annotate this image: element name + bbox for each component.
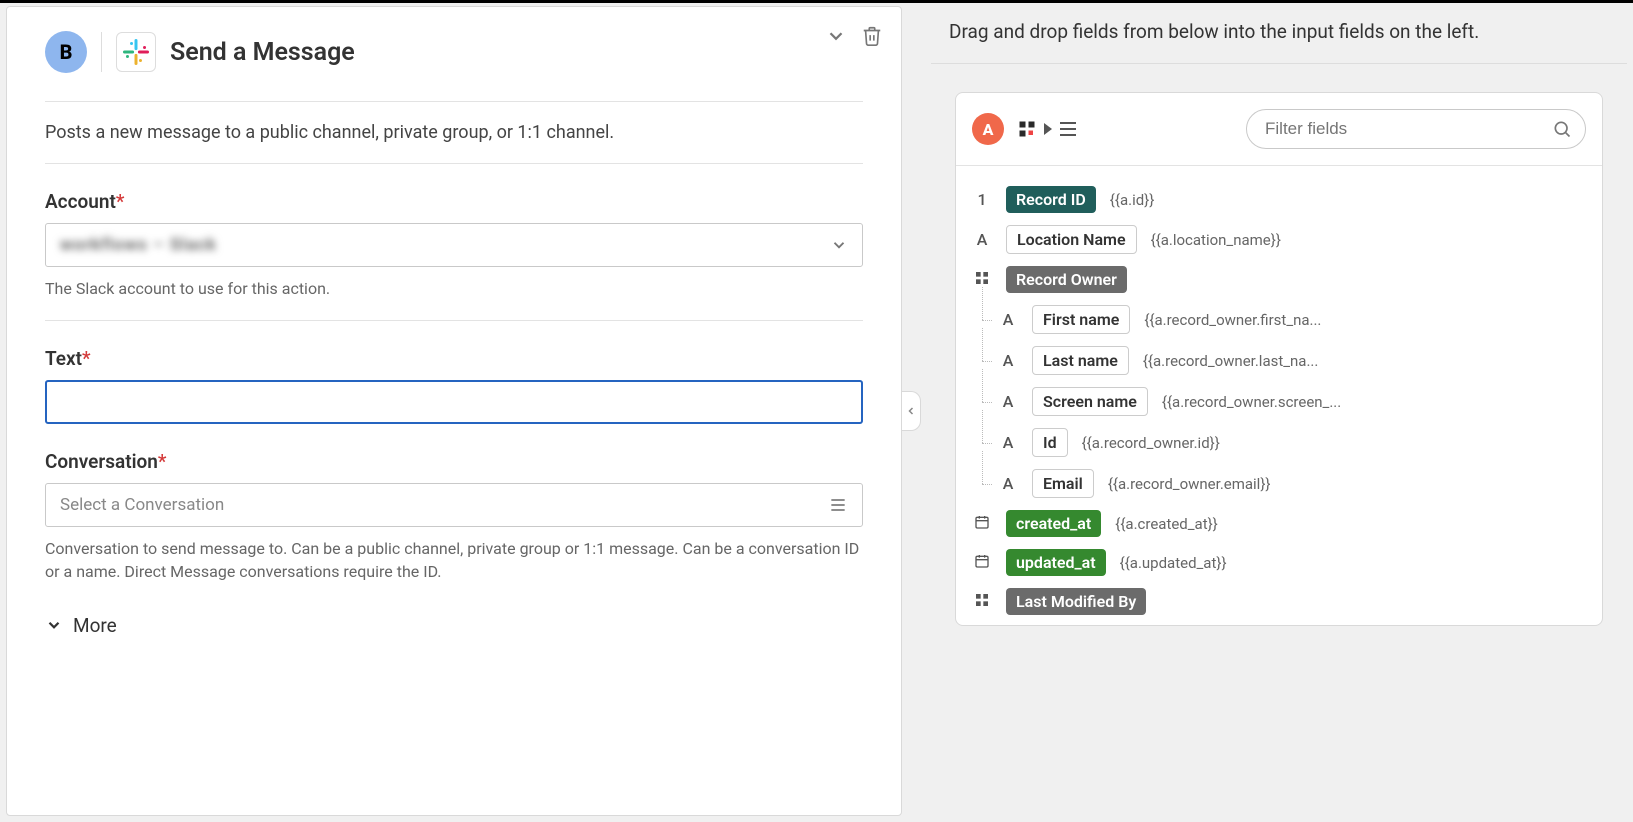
field-pill: updated_at	[1006, 549, 1106, 576]
account-help: The Slack account to use for this action…	[45, 277, 863, 300]
field-row[interactable]: A Location Name {{a.location_name}}	[968, 219, 1590, 260]
chevron-down-icon	[830, 236, 848, 254]
filter-fields-input[interactable]	[1246, 109, 1586, 149]
conversation-placeholder: Select a Conversation	[60, 495, 224, 515]
field-pill: created_at	[1006, 510, 1101, 537]
title-row: B Send a Message	[45, 31, 863, 73]
field-variable: {{a.location_name}}	[1151, 231, 1281, 249]
field-row[interactable]: updated_at {{a.updated_at}}	[968, 543, 1590, 582]
text-type-icon: A	[998, 474, 1018, 493]
field-row[interactable]: A Email {{a.record_owner.email}}	[968, 463, 1590, 504]
delete-icon[interactable]	[861, 25, 883, 51]
field-row[interactable]: Record Owner	[968, 260, 1590, 299]
text-input[interactable]	[45, 380, 863, 424]
field-variable: {{a.record_owner.last_na...	[1143, 352, 1318, 370]
date-type-icon	[972, 553, 992, 573]
field-row[interactable]: A Screen name {{a.record_owner.screen_...	[968, 381, 1590, 422]
field-row[interactable]: Last Modified By	[968, 582, 1590, 621]
text-type-icon: A	[998, 433, 1018, 452]
step-badge: B	[45, 31, 87, 73]
account-select[interactable]: workflows – Slack	[45, 223, 863, 267]
action-title: Send a Message	[170, 38, 355, 67]
field-row[interactable]: A Id {{a.record_owner.id}}	[968, 422, 1590, 463]
field-row[interactable]: A Last name {{a.record_owner.last_na...	[968, 340, 1590, 381]
field-pill: Record Owner	[1006, 266, 1127, 293]
fields-card: A 1 Record ID {{a.id}} A Location Name {{a.lo…	[955, 92, 1603, 626]
panel-collapse-handle[interactable]	[901, 391, 921, 431]
conversation-select[interactable]: Select a Conversation	[45, 483, 863, 527]
field-row[interactable]: A First name {{a.record_owner.first_na...	[968, 299, 1590, 340]
search-icon	[1552, 119, 1572, 139]
account-label: Account*	[45, 190, 863, 213]
text-type-icon: A	[972, 230, 992, 249]
fields-toolbar: A	[956, 93, 1602, 166]
field-picker-panel: Drag and drop fields from below into the…	[931, 6, 1627, 816]
field-pill: Last name	[1032, 346, 1129, 375]
text-type-icon: A	[998, 310, 1018, 329]
text-type-icon: A	[998, 351, 1018, 370]
field-variable: {{a.id}}	[1110, 191, 1155, 209]
slack-icon	[116, 32, 156, 72]
field-pill: Record ID	[1006, 186, 1096, 213]
chevron-down-icon	[45, 616, 63, 634]
action-config-panel: B Send a Message Posts a new message to …	[6, 6, 902, 816]
number-type-icon: 1	[972, 190, 992, 209]
conversation-help: Conversation to send message to. Can be …	[45, 537, 863, 583]
field-pill: Id	[1032, 428, 1068, 457]
list-icon	[828, 495, 848, 515]
action-description: Posts a new message to a public channel,…	[45, 122, 863, 143]
field-variable: {{a.record_owner.first_na...	[1144, 311, 1321, 329]
divider	[101, 32, 102, 72]
field-pill: Screen name	[1032, 387, 1148, 416]
conversation-label: Conversation*	[45, 450, 863, 473]
field-row[interactable]: 1 Record ID {{a.id}}	[968, 180, 1590, 219]
object-type-icon	[972, 592, 992, 612]
more-label: More	[73, 614, 117, 637]
date-type-icon	[972, 514, 992, 534]
field-picker-header: Drag and drop fields from below into the…	[931, 6, 1627, 64]
text-label: Text*	[45, 347, 863, 370]
account-value: workflows – Slack	[60, 235, 217, 255]
source-app-icon	[1018, 120, 1036, 138]
field-variable: {{a.record_owner.id}}	[1082, 434, 1220, 452]
collapse-icon[interactable]	[825, 25, 847, 51]
field-variable: {{a.updated_at}}	[1120, 554, 1227, 572]
text-type-icon: A	[998, 392, 1018, 411]
field-pill: Last Modified By	[1006, 588, 1146, 615]
field-pill: Location Name	[1006, 225, 1137, 254]
field-variable: {{a.record_owner.email}}	[1108, 475, 1271, 493]
more-toggle[interactable]: More	[45, 614, 863, 637]
field-variable: {{a.record_owner.screen_...	[1162, 393, 1341, 411]
play-icon	[1044, 123, 1052, 135]
field-pill: First name	[1032, 305, 1130, 334]
field-pill: Email	[1032, 469, 1094, 498]
list-icon	[1060, 122, 1076, 136]
field-row[interactable]: created_at {{a.created_at}}	[968, 504, 1590, 543]
field-variable: {{a.created_at}}	[1115, 515, 1217, 533]
fields-list: 1 Record ID {{a.id}} A Location Name {{a.loca…	[956, 166, 1602, 625]
source-step-badge[interactable]: A	[972, 113, 1004, 145]
